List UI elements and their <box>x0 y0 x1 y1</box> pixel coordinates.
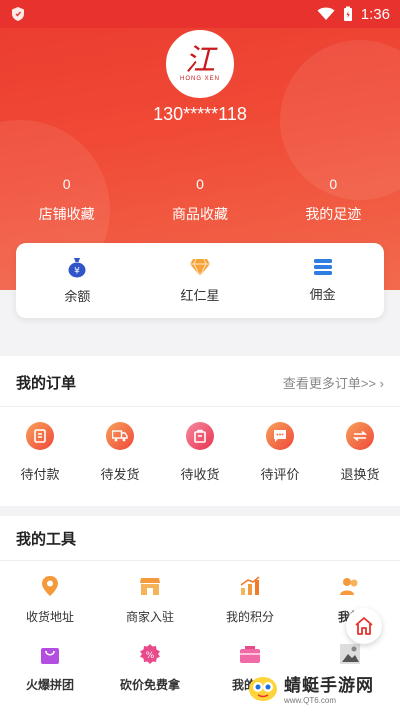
logo-mark: 江 <box>185 43 215 78</box>
watermark-url: www.QT6.com <box>284 696 337 705</box>
payment-icon <box>26 422 54 450</box>
stat-value: 0 <box>196 176 204 192</box>
view-more-orders-link[interactable]: 查看更多订单>> › <box>283 373 384 392</box>
order-label: 待发货 <box>100 467 140 482</box>
home-button[interactable] <box>346 608 382 644</box>
tool-bargain[interactable]: % 砍价免费拿 <box>100 642 200 710</box>
logo-sub: HONG XEN <box>179 76 220 82</box>
order-label: 待收货 <box>180 467 220 482</box>
battery-icon <box>343 6 352 21</box>
view-more-label: 查看更多订单>> <box>282 376 377 391</box>
avatar[interactable]: 江 HONG XEN <box>166 30 234 98</box>
coupon-icon <box>238 642 262 666</box>
people-icon <box>338 574 362 598</box>
wallet-balance[interactable]: ¥ 余额 <box>16 243 139 318</box>
tool-label: 我的积分 <box>225 610 274 624</box>
stat-value: 0 <box>329 176 338 192</box>
package-icon <box>186 422 214 450</box>
shopping-bag-icon <box>38 642 62 666</box>
tool-group-buy[interactable]: 火爆拼团 <box>0 642 100 710</box>
divider <box>0 406 400 407</box>
wallet-stars[interactable]: 红仁星 <box>139 243 262 318</box>
order-label: 待评价 <box>260 467 300 482</box>
status-bar: 1:36 <box>0 0 400 28</box>
status-time: 1:36 <box>360 5 390 23</box>
orders-section: 我的订单 查看更多订单>> › 待付款 待发货 待收货 待评价 退换货 <box>0 356 400 506</box>
wallet-commission[interactable]: 佣金 <box>261 243 384 318</box>
tool-label: 砍价免费拿 <box>119 678 180 692</box>
money-bag-icon: ¥ <box>68 258 86 278</box>
tool-label: 火爆拼团 <box>25 678 74 692</box>
stack-icon <box>313 259 332 275</box>
tool-label: 收货地址 <box>25 610 74 624</box>
diamond-icon <box>190 258 210 277</box>
order-status-row: 待付款 待发货 待收货 待评价 退换货 <box>0 422 400 483</box>
tool-merchant-join[interactable]: 商家入驻 <box>100 574 200 642</box>
svg-text:%: % <box>146 651 155 661</box>
chart-icon <box>238 574 262 598</box>
wallet-label: 红仁星 <box>180 288 220 303</box>
order-pending-shipment[interactable]: 待发货 <box>80 422 160 483</box>
wallet-card: ¥ 余额 红仁星 佣金 <box>16 243 384 318</box>
stat-value: 0 <box>62 176 71 192</box>
wallet-label: 佣金 <box>309 287 336 302</box>
tools-title: 我的工具 <box>16 531 77 548</box>
watermark-text: 蜻蜓手游网 <box>284 676 374 695</box>
stat-label: 我的足迹 <box>305 206 362 222</box>
home-icon <box>355 617 373 635</box>
order-label: 待付款 <box>20 467 60 482</box>
order-label: 退换货 <box>340 467 380 482</box>
comment-icon <box>266 422 294 450</box>
divider <box>0 560 400 561</box>
order-pending-payment[interactable]: 待付款 <box>0 422 80 483</box>
stat-label: 店铺收藏 <box>38 206 95 222</box>
truck-icon <box>106 422 134 450</box>
chevron-right-icon: › <box>379 376 384 391</box>
wifi-icon <box>317 7 335 20</box>
order-returns[interactable]: 退换货 <box>320 422 400 483</box>
tool-label: 商家入驻 <box>125 610 174 624</box>
svg-text:¥: ¥ <box>74 267 80 277</box>
orders-title: 我的订单 <box>16 375 77 392</box>
watermark: 蜻蜓手游网 www.QT6.com <box>246 670 396 706</box>
dragonfly-logo-icon <box>249 677 277 701</box>
stat-label: 商品收藏 <box>171 206 228 222</box>
wallet-label: 余额 <box>64 289 91 304</box>
stat-footprints[interactable]: 0 我的足迹 <box>267 176 400 224</box>
discount-icon: % <box>138 642 162 666</box>
photo-icon <box>338 642 362 666</box>
user-phone: 130*****118 <box>153 104 247 124</box>
location-icon <box>38 574 62 598</box>
tool-points[interactable]: 我的积分 <box>200 574 300 642</box>
shield-icon <box>12 7 24 21</box>
exchange-icon <box>346 422 374 450</box>
store-icon <box>138 574 162 598</box>
profile-stats: 0 店铺收藏 0 商品收藏 0 我的足迹 <box>0 176 400 224</box>
order-pending-review[interactable]: 待评价 <box>240 422 320 483</box>
tool-address[interactable]: 收货地址 <box>0 574 100 642</box>
tools-row: 收货地址 商家入驻 我的积分 我的 <box>0 574 400 642</box>
stat-store-favorites[interactable]: 0 店铺收藏 <box>0 176 133 224</box>
order-pending-receipt[interactable]: 待收货 <box>160 422 240 483</box>
stat-product-favorites[interactable]: 0 商品收藏 <box>133 176 266 224</box>
